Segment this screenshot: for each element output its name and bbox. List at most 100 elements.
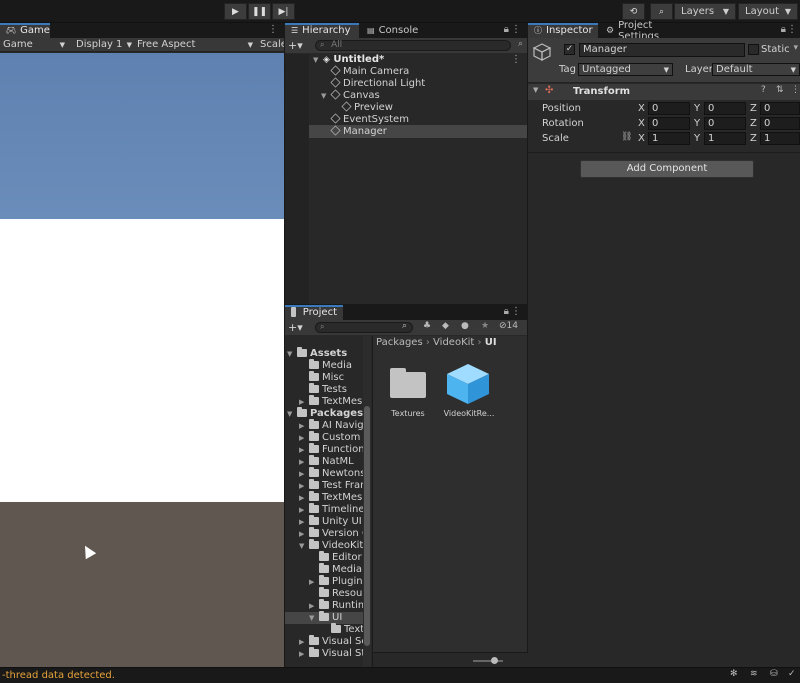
scale-x-field[interactable]: 1 xyxy=(648,132,690,145)
more-icon[interactable]: ⋮ xyxy=(511,24,521,35)
hidden-packages-toggle[interactable]: ⊘14 xyxy=(499,321,518,331)
link-icon[interactable]: ⛓ xyxy=(621,132,632,142)
scale-z-field[interactable]: 1 xyxy=(760,132,800,145)
hierarchy-item[interactable]: Main Camera xyxy=(330,65,409,78)
asset-label[interactable]: Textures xyxy=(381,408,435,420)
breadcrumb-item[interactable]: UI xyxy=(485,337,497,348)
add-component-button[interactable]: Add Component xyxy=(580,160,754,178)
tree-item[interactable]: Misc xyxy=(309,371,344,384)
scale-y-field[interactable]: 1 xyxy=(704,132,746,145)
tab-console[interactable]: ▤ Console xyxy=(361,23,421,38)
prefab-cube-icon[interactable] xyxy=(445,362,491,406)
favorite-star-icon[interactable]: ★ xyxy=(481,321,489,331)
scene-menu-icon[interactable]: ⋮ xyxy=(511,54,521,65)
breadcrumb-item[interactable]: VideoKit xyxy=(433,337,474,348)
more-icon[interactable]: ⋮ xyxy=(787,24,797,35)
hierarchy-item[interactable]: ▼ Canvas xyxy=(321,89,380,102)
scene-item[interactable]: ▼ ◈ Untitled* xyxy=(313,54,384,66)
rotation-x-field[interactable]: 0 xyxy=(648,117,690,130)
more-icon[interactable]: ⋮ xyxy=(511,306,521,317)
history-icon[interactable]: ⟲ xyxy=(622,3,645,20)
play-icon[interactable]: ▶ xyxy=(224,3,247,20)
position-y-field[interactable]: 0 xyxy=(704,102,746,115)
add-icon[interactable]: +▾ xyxy=(288,321,303,334)
sync-icon[interactable]: ≋ xyxy=(750,669,758,679)
aspect-dropdown[interactable]: Free Aspect ▼ xyxy=(137,39,255,51)
tree-item[interactable]: Media xyxy=(319,563,362,576)
scene-search-icon[interactable]: ⌕ xyxy=(518,39,523,49)
search-icon[interactable]: ⌕ xyxy=(650,3,673,20)
display-dropdown[interactable]: Display 1 ▼ xyxy=(76,39,132,51)
component-menu-icon[interactable]: ⋮ xyxy=(791,85,800,95)
tab-project[interactable]: Project xyxy=(285,305,343,320)
gameobject-icon xyxy=(341,101,352,112)
icon-size-slider-thumb[interactable] xyxy=(491,657,498,664)
tree-item[interactable]: ▶ NatML xyxy=(299,455,354,468)
icon-size-slider-track[interactable] xyxy=(473,660,503,662)
pause-icon[interactable]: ❚❚ xyxy=(248,3,271,20)
game-mode-dropdown[interactable]: Game ▼ xyxy=(3,39,67,51)
tree-item[interactable]: Media xyxy=(309,359,352,372)
debug-icon[interactable]: ✻ xyxy=(730,669,738,679)
step-icon[interactable]: ▶| xyxy=(272,3,295,20)
folder-icon xyxy=(319,551,329,561)
position-x-field[interactable]: 0 xyxy=(648,102,690,115)
lock-icon[interactable]: 🔒︎ xyxy=(504,306,509,317)
tree-item[interactable]: ▶ Runtim xyxy=(309,599,368,612)
search-scope-icon[interactable]: ⌕ xyxy=(402,321,407,331)
filter-type-icon[interactable]: ♣ xyxy=(423,321,431,331)
more-icon[interactable]: ⋮ xyxy=(268,24,278,35)
tab-project-settings[interactable]: ⚙ Project Settings xyxy=(600,20,694,42)
layer-label: Layer xyxy=(685,64,713,75)
preset-icon[interactable]: ⇅ xyxy=(776,85,784,95)
hierarchy-item-selected[interactable]: Manager xyxy=(330,125,387,138)
add-icon[interactable]: +▾ xyxy=(288,39,303,52)
warning-icon[interactable]: ● xyxy=(461,321,469,331)
lock-icon[interactable]: 🔒︎ xyxy=(781,24,786,35)
layout-dropdown[interactable]: Layout ▼ xyxy=(738,3,798,20)
filter-label-icon[interactable]: ◆ xyxy=(442,321,449,331)
active-checkbox[interactable]: ✓ xyxy=(564,44,575,55)
tab-inspector[interactable]: ⓘ Inspector xyxy=(528,23,598,38)
tree-item[interactable]: Editor xyxy=(319,551,362,564)
tree-item[interactable]: ▶ Unity UI xyxy=(299,515,362,528)
tree-item[interactable]: Resour xyxy=(319,587,366,600)
tree-item[interactable]: ▶ TextMesh xyxy=(299,395,369,408)
static-checkbox[interactable] xyxy=(748,44,759,55)
rotation-z-field[interactable]: 0 xyxy=(760,117,800,130)
tree-scrollbar[interactable] xyxy=(363,336,371,667)
status-message[interactable]: -thread data detected. xyxy=(2,670,115,682)
help-icon[interactable]: ? xyxy=(761,85,766,95)
layers-dropdown[interactable]: Layers ▼ xyxy=(674,3,736,20)
tree-item[interactable]: ▶ Visual Stu xyxy=(299,647,371,660)
breadcrumb-item[interactable]: Packages xyxy=(376,337,423,348)
tree-item[interactable]: ▼ VideoKit xyxy=(299,539,363,552)
tree-item[interactable]: Text xyxy=(331,623,364,636)
scale-slider-label[interactable]: Scale xyxy=(260,39,284,51)
tab-game[interactable]: 🎮︎ Game xyxy=(0,23,50,38)
cache-icon[interactable]: ⛁ xyxy=(770,669,778,679)
tree-item[interactable]: ▼ Assets xyxy=(287,347,347,360)
tree-item[interactable]: ▶ Plugins xyxy=(309,575,368,588)
folder-icon[interactable] xyxy=(390,372,426,398)
static-dropdown[interactable]: ▾ xyxy=(793,43,798,53)
hierarchy-search-input[interactable]: ⌕ All xyxy=(315,40,511,51)
check-icon[interactable]: ✓ xyxy=(788,669,796,679)
tree-item[interactable]: ▼ Packages xyxy=(287,407,363,420)
tab-hierarchy[interactable]: ☰ Hierarchy xyxy=(285,23,359,38)
tag-dropdown[interactable]: Untagged ▼ xyxy=(578,63,673,76)
hierarchy-item[interactable]: Preview xyxy=(341,101,393,114)
rotation-y-field[interactable]: 0 xyxy=(704,117,746,130)
hierarchy-item[interactable]: Directional Light xyxy=(330,77,425,90)
lock-icon[interactable]: 🔒︎ xyxy=(504,24,509,35)
asset-label[interactable]: VideoKitRe... xyxy=(441,408,497,420)
tree-scrollbar-thumb[interactable] xyxy=(364,406,370,646)
layer-dropdown[interactable]: Default ▼ xyxy=(712,63,800,76)
transform-header[interactable]: ▼ ✣ Transform ? ⇅ ⋮ xyxy=(528,84,800,100)
tree-item-selected[interactable]: ▼ UI xyxy=(309,611,342,624)
project-search-input[interactable]: ⌕ xyxy=(315,322,413,333)
collapse-icon[interactable]: ▼ xyxy=(533,86,538,94)
object-name-field[interactable]: Manager xyxy=(579,43,745,57)
position-z-field[interactable]: 0 xyxy=(760,102,800,115)
tree-item[interactable]: Tests xyxy=(309,383,347,396)
